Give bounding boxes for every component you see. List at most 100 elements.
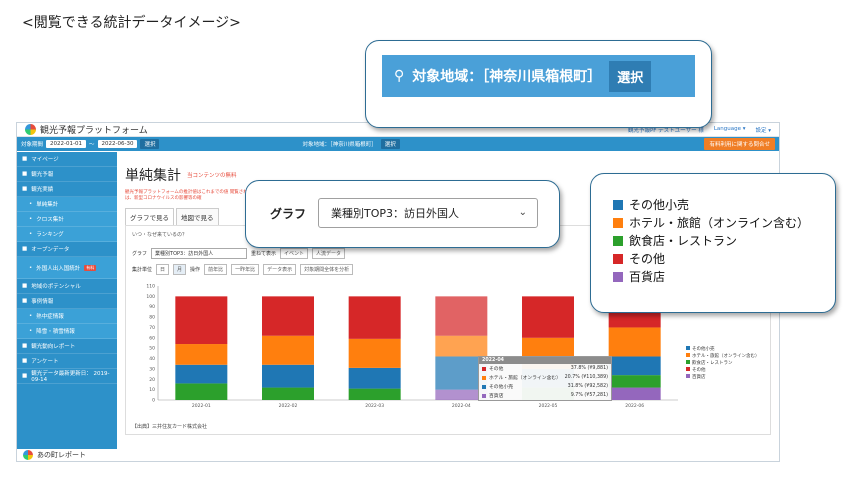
analyze-period-button[interactable]: 対象期間全体を分析 [300,264,354,275]
legend-swatch [686,367,690,371]
legend-label: ホテル・旅館（オンライン含む） [629,216,810,230]
sidebar-item-icon: ■ [22,343,28,349]
tab-graph[interactable]: グラフで見る [125,208,174,226]
sidebar-item-label: 観光予報 [31,172,54,178]
sidebar-item[interactable]: ■ 観光実績 [17,182,117,197]
prev-year-button[interactable]: 前年比 [204,264,228,275]
sidebar-item-label: 事例情報 [31,299,54,305]
bar-segment [262,335,314,365]
sidebar-item-label: 観光動向レポート [31,344,76,350]
sidebar-item-icon: ■ [22,298,28,304]
tooltip-row: ホテル・旅館（オンライン含む） 20.7% (¥110,389) [479,373,611,382]
date-from-input[interactable]: 2022-01-01 [46,140,86,148]
sidebar-item[interactable]: • クロス集計 [17,212,117,227]
prev-period-button[interactable]: 一昨年比 [231,264,260,275]
legend-entry: 百貨店 [686,374,760,381]
sidebar-item-icon: ■ [22,186,28,192]
settings-menu[interactable]: 設定 ▾ [755,126,771,134]
tooltip-series-value: 20.7% (¥110,389) [564,375,608,380]
graph-callout: グラフ 業種別TOP3：訪日外国人 ⌄ [245,180,560,248]
tooltip-series-value: 9.7% (¥57,281) [570,393,608,398]
sidebar-item-label: 降雪・積雪情報 [36,329,75,335]
sidebar-item-icon: • [29,264,33,271]
sidebar-item[interactable]: • ランキング [17,227,117,242]
legend-label: その他小売 [692,347,715,352]
chart-tooltip: 2022-04 その他 37.8% (¥9,881) ホテル・旅館（オンライン含む）… [478,356,612,401]
legend-swatch [686,374,690,378]
sidebar-item[interactable]: ■ アンケート [17,354,117,369]
big-legend-entry: ホテル・旅館（オンライン含む） [613,214,809,232]
sidebar-item-label: クロス集計 [36,217,64,223]
overlay-label: 重ねて表示 [251,251,277,257]
legend-label: ホテル・旅館（オンライン含む） [692,354,760,359]
big-legend-entry: 飲食店・レストラン [613,232,809,250]
legend-entry: その他小売 [686,346,760,353]
sidebar-item[interactable]: ■ 観光動向レポート [17,339,117,354]
date-to-input[interactable]: 2022-06-30 [97,140,138,148]
y-tick-label: 60 [149,335,155,341]
bar-segment [435,296,488,336]
data-view-button[interactable]: データ表示 [263,264,297,275]
legend-swatch [686,346,690,350]
tooltip-series-name: その他小売 [489,385,513,390]
y-tick-label: 40 [149,356,155,362]
sidebar-item[interactable]: • 単純集計 [17,197,117,212]
sidebar-item[interactable]: ■ マイページ [17,152,117,167]
notice-link[interactable]: 当コンテンツの無料 [187,171,237,179]
period-select-button[interactable]: 選択 [140,139,160,149]
legend-entry: その他 [686,367,760,374]
source-note: 【出典】三井住友カード株式会社 [132,424,208,430]
unit-day-button[interactable]: 日 [156,264,170,275]
graph-type-select[interactable]: 業種別TOP3：訪日外国人 [151,248,248,259]
bar-segment [175,344,228,365]
language-menu[interactable]: Language ▾ [714,126,746,134]
event-button[interactable]: イベント [280,248,309,259]
y-tick-label: 30 [149,366,155,372]
why-heading: いつ・なぜ来ているの？ [132,232,188,238]
y-tick-label: 10 [149,387,155,393]
sidebar-footer[interactable]: あの町レポート [17,449,779,461]
bar-segment [522,296,574,338]
sidebar-item[interactable]: ■ 観光予報 [17,167,117,182]
bar-segment [348,338,401,368]
y-tick-label: 90 [149,304,155,310]
tooltip-series-name: その他 [489,367,504,372]
sidebar-item[interactable]: ■ 観光データ最新更新日： 2019-09-14 [17,369,117,384]
sidebar-item-label: 外国人出入国統計 [36,265,81,272]
y-tick-label: 100 [146,294,155,300]
legend-swatch [613,200,623,210]
x-tick-label: 2022-02 [279,403,298,409]
legend-label: 飲食店・レストラン [692,361,733,366]
unit-month-button[interactable]: 月 [173,264,187,275]
legend-callout: その他小売 ホテル・旅館（オンライン含む） 飲食店・レストラン その他 百貨店 [590,173,836,313]
tab-map[interactable]: 地図で見る [176,208,219,226]
region-select-button-mini[interactable]: 選択 [380,139,400,149]
tooltip-series-value: 31.8% (¥92,582) [567,384,608,389]
tooltip-series-value: 37.8% (¥9,881) [570,366,608,371]
town-report-label: あの町レポート [37,451,86,459]
sidebar-item[interactable]: • 降雪・積雪情報 [17,324,117,339]
sidebar-item-icon: ■ [22,373,28,379]
sidebar-item[interactable]: ■ 地域のポテンシャル [17,279,117,294]
bar-segment [348,367,401,389]
sidebar-item-label: マイページ [31,157,59,163]
legend-swatch [613,254,623,264]
x-tick-label: 2022-01 [192,403,211,409]
legend-label: 百貨店 [692,375,706,380]
region-select-button[interactable]: 選択 [609,60,652,92]
sidebar-item[interactable]: ■ 事例情報 [17,294,117,309]
sidebar-item[interactable]: ■ オープンデータ [17,242,117,257]
date-tilde: 〜 [88,142,95,148]
logo[interactable]: 観光予報プラットフォーム [25,123,148,136]
region-label-mini: 対象地域：［神奈川県箱根町］ [302,142,377,148]
sidebar-item[interactable]: • 外国人出入国統計 有料 [17,257,117,279]
legend-label: 飲食店・レストラン [629,234,738,248]
notice-text: 観光予報プラットフォームの推計値はこれまでの値 閲覧される際は、新型コロナウイル… [125,190,257,201]
graph-callout-select[interactable]: 業種別TOP3：訪日外国人 ⌄ [318,198,538,228]
sidebar: ■ マイページ ■ 観光予報 ■ 観光実績 • 単純集計 • クロス集計 • ランキング ■ オープンデー… [17,152,117,461]
people-flow-button[interactable]: 人流データ [312,248,346,259]
paid-inquiry-button[interactable]: 有料利用に関する問合せ [704,138,775,150]
y-tick-label: 70 [149,325,155,331]
chart-legend: その他小売ホテル・旅館（オンライン含む） 飲食店・レストラン その他 百貨店 [686,346,760,381]
sidebar-item[interactable]: • 熱中症情報 [17,309,117,324]
